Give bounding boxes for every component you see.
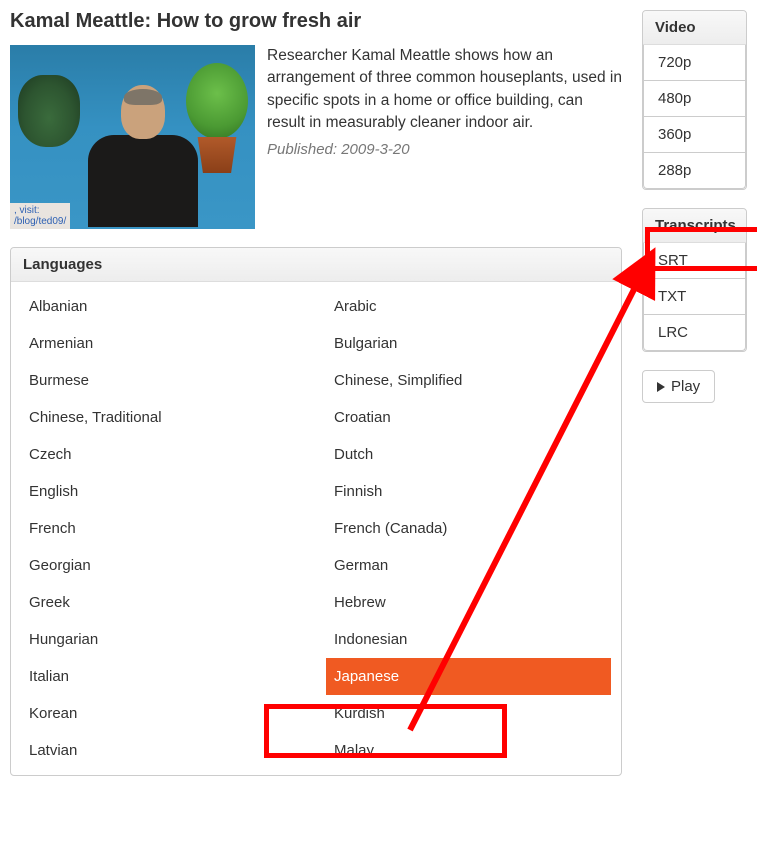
thumb-caption: , visit:/blog/ted09/	[10, 203, 70, 229]
languages-panel: Languages AlbanianArabicArmenianBulgaria…	[10, 247, 622, 776]
language-link[interactable]: Malay	[316, 732, 621, 769]
language-link[interactable]: German	[316, 547, 621, 584]
language-link[interactable]: Hungarian	[11, 621, 316, 658]
video-quality-option[interactable]: 360p	[643, 117, 746, 153]
video-quality-option[interactable]: 288p	[643, 153, 746, 189]
language-link[interactable]: Latvian	[11, 732, 316, 769]
language-link[interactable]: Bulgarian	[316, 325, 621, 362]
video-header: Video	[643, 11, 746, 45]
language-link[interactable]: French	[11, 510, 316, 547]
language-link[interactable]: Greek	[11, 584, 316, 621]
language-link[interactable]: Dutch	[316, 436, 621, 473]
language-link[interactable]: Chinese, Simplified	[316, 362, 621, 399]
language-link[interactable]: Finnish	[316, 473, 621, 510]
language-link[interactable]: Kurdish	[316, 695, 621, 732]
play-label: Play	[671, 378, 700, 395]
page-title: Kamal Meattle: How to grow fresh air	[10, 10, 622, 33]
transcripts-header: Transcripts	[643, 209, 746, 243]
video-thumbnail[interactable]: , visit:/blog/ted09/	[10, 45, 255, 229]
play-button[interactable]: Play	[642, 370, 715, 403]
play-icon	[657, 382, 665, 392]
video-description: Researcher Kamal Meattle shows how an ar…	[267, 45, 622, 135]
language-link[interactable]: Chinese, Traditional	[11, 399, 316, 436]
language-link[interactable]: Korean	[11, 695, 316, 732]
language-link[interactable]: Albanian	[11, 288, 316, 325]
video-quality-option[interactable]: 480p	[643, 81, 746, 117]
language-link[interactable]: Georgian	[11, 547, 316, 584]
language-link[interactable]: Japanese	[326, 658, 611, 695]
published-date: Published: 2009-3-20	[267, 141, 622, 158]
transcripts-panel: Transcripts SRTTXTLRC	[642, 208, 747, 352]
language-link[interactable]: Italian	[11, 658, 316, 695]
plant-illustration	[18, 75, 80, 175]
language-link[interactable]: English	[11, 473, 316, 510]
language-link[interactable]: Indonesian	[316, 621, 621, 658]
speaker-illustration	[88, 85, 198, 229]
language-link[interactable]: French (Canada)	[316, 510, 621, 547]
transcript-format-option[interactable]: LRC	[643, 315, 746, 351]
video-panel: Video 720p480p360p288p	[642, 10, 747, 190]
language-link[interactable]: Burmese	[11, 362, 316, 399]
language-link[interactable]: Hebrew	[316, 584, 621, 621]
language-link[interactable]: Arabic	[316, 288, 621, 325]
transcript-format-option[interactable]: SRT	[643, 243, 746, 279]
language-link[interactable]: Armenian	[11, 325, 316, 362]
languages-header: Languages	[11, 248, 621, 282]
transcript-format-option[interactable]: TXT	[643, 279, 746, 315]
language-link[interactable]: Croatian	[316, 399, 621, 436]
language-link[interactable]: Czech	[11, 436, 316, 473]
video-quality-option[interactable]: 720p	[643, 45, 746, 81]
